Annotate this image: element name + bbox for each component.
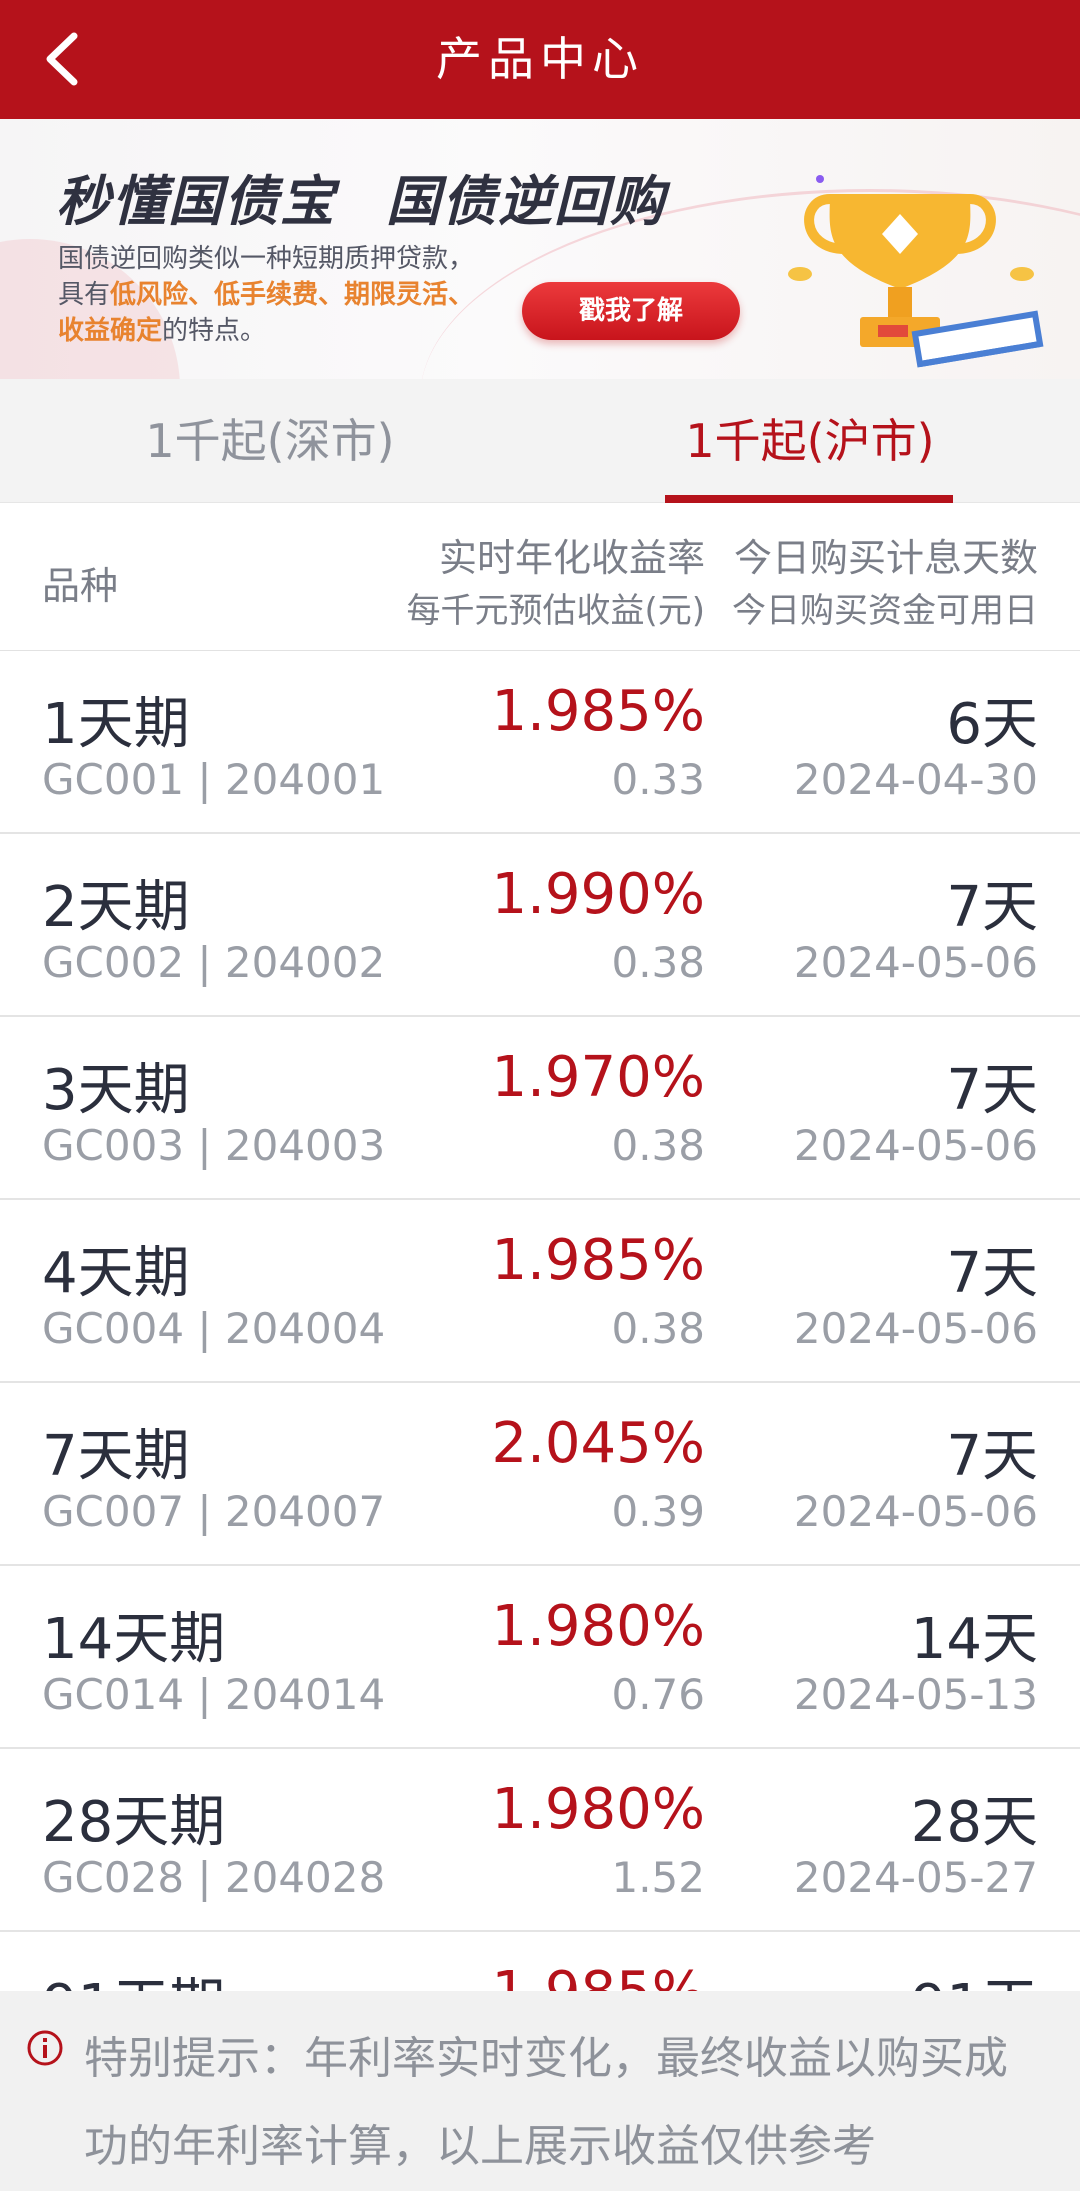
- trophy-icon: [788, 175, 1044, 368]
- row-income: 0.38: [611, 1121, 705, 1170]
- banner-headline-1: 秒懂国债宝: [56, 170, 336, 233]
- row-rate: 1.980%: [491, 1594, 705, 1659]
- tab-shanghai[interactable]: 1千起(沪市): [540, 379, 1080, 503]
- row-days: 7天: [946, 875, 1038, 940]
- info-icon: [27, 2030, 63, 2066]
- table-row[interactable]: 4天期 GC004 | 204004 1.985% 0.38 7天 2024-0…: [0, 1200, 1080, 1383]
- table-row[interactable]: 1天期 GC001 | 204001 1.985% 0.33 6天 2024-0…: [0, 651, 1080, 834]
- row-rate: 1.985%: [491, 1228, 705, 1293]
- row-name: 91天期: [42, 1960, 225, 1991]
- row-days: 91天: [911, 1960, 1038, 1991]
- row-income: 0.38: [611, 1304, 705, 1353]
- banner-headline: 秒懂国债宝 国债逆回购: [56, 157, 666, 236]
- row-name: 7天期: [42, 1424, 190, 1489]
- row-name: 28天期: [42, 1790, 226, 1855]
- banner-desc-prefix: 具有: [58, 280, 111, 310]
- banner-desc-line-3: 收益确定的特点。: [58, 313, 578, 349]
- row-name: 14天期: [42, 1607, 226, 1672]
- product-list: 1天期 GC001 | 204001 1.985% 0.33 6天 2024-0…: [0, 651, 1080, 1991]
- row-date: 2024-04-30: [793, 755, 1038, 804]
- table-row[interactable]: 28天期 GC028 | 204028 1.980% 1.52 28天 2024…: [0, 1749, 1080, 1932]
- table-row[interactable]: 7天期 GC007 | 204007 2.045% 0.39 7天 2024-0…: [0, 1383, 1080, 1566]
- row-code: GC004 | 204004: [42, 1304, 386, 1353]
- row-days: 14天: [910, 1607, 1038, 1672]
- row-date: 2024-05-06: [793, 1121, 1038, 1170]
- row-date: 2024-05-27: [793, 1853, 1038, 1902]
- row-code: GC001 | 204001: [42, 755, 386, 804]
- page-title: 产品中心: [436, 32, 644, 86]
- row-date: 2024-05-06: [793, 1304, 1038, 1353]
- table-row[interactable]: 14天期 GC014 | 204014 1.980% 0.76 14天 2024…: [0, 1566, 1080, 1749]
- banner-desc-line-1: 国债逆回购类似一种短期质押贷款，: [58, 244, 475, 274]
- table-row[interactable]: 2天期 GC002 | 204002 1.990% 0.38 7天 2024-0…: [0, 834, 1080, 1017]
- row-name: 4天期: [42, 1241, 190, 1306]
- row-income: 0.39: [611, 1487, 705, 1536]
- row-code: GC002 | 204002: [42, 938, 386, 987]
- notice-bar: 特别提示：年利率实时变化，最终收益以购买成功的年利率计算，以上展示收益仅供参考: [0, 1991, 1080, 2191]
- row-code: GC007 | 204007: [42, 1487, 386, 1536]
- row-name: 2天期: [42, 875, 190, 940]
- row-rate: 1.985%: [491, 1960, 705, 1991]
- row-code: GC028 | 204028: [42, 1853, 386, 1902]
- row-income: 0.33: [611, 755, 705, 804]
- banner-desc-highlight-2: 收益确定: [58, 316, 163, 346]
- header-days: 今日购买计息天数: [733, 536, 1038, 580]
- row-income: 0.76: [611, 1670, 705, 1719]
- row-income: 0.38: [611, 938, 705, 987]
- header-date: 今日购买资金可用日: [732, 591, 1038, 631]
- notice-text: 特别提示：年利率实时变化，最终收益以购买成功的年利率计算，以上展示收益仅供参考: [84, 2033, 1008, 2172]
- banner-description: 国债逆回购类似一种短期质押贷款， 具有低风险、低手续费、期限灵活、 收益确定的特…: [58, 241, 578, 349]
- banner-desc-suffix: 的特点。: [162, 316, 267, 346]
- header-income: 每千元预估收益(元): [406, 591, 705, 631]
- row-days: 28天: [910, 1790, 1038, 1855]
- row-days: 6天: [946, 692, 1038, 757]
- header-variety: 品种: [42, 564, 119, 608]
- row-rate: 2.045%: [491, 1411, 705, 1476]
- row-days: 7天: [946, 1424, 1038, 1489]
- row-rate: 1.985%: [491, 679, 705, 744]
- table-header: 品种 实时年化收益率 今日购买计息天数 每千元预估收益(元) 今日购买资金可用日: [0, 503, 1080, 651]
- row-rate: 1.970%: [491, 1045, 705, 1110]
- row-code: GC014 | 204014: [42, 1670, 386, 1719]
- row-days: 7天: [946, 1058, 1038, 1123]
- table-row[interactable]: 3天期 GC003 | 204003 1.970% 0.38 7天 2024-0…: [0, 1017, 1080, 1200]
- promo-banner[interactable]: 秒懂国债宝 国债逆回购 国债逆回购类似一种短期质押贷款， 具有低风险、低手续费、期…: [0, 119, 1080, 379]
- row-date: 2024-05-06: [793, 938, 1038, 987]
- row-date: 2024-05-06: [793, 1487, 1038, 1536]
- header-rate: 实时年化收益率: [438, 536, 705, 580]
- banner-headline-2: 国债逆回购: [386, 170, 666, 233]
- row-code: GC003 | 204003: [42, 1121, 386, 1170]
- market-tabs: 1千起(深市) 1千起(沪市): [0, 379, 1080, 503]
- banner-desc-line-2: 具有低风险、低手续费、期限灵活、: [58, 277, 578, 313]
- row-name: 3天期: [42, 1058, 190, 1123]
- banner-desc-highlight-1: 低风险、低手续费、期限灵活、: [110, 280, 475, 310]
- active-tab-indicator: [665, 495, 953, 503]
- top-bar: 产品中心: [0, 0, 1080, 119]
- row-date: 2024-05-13: [793, 1670, 1038, 1719]
- row-rate: 1.990%: [491, 862, 705, 927]
- tab-shenzhen[interactable]: 1千起(深市): [0, 379, 540, 503]
- row-name: 1天期: [42, 692, 190, 757]
- row-income: 1.52: [611, 1853, 705, 1902]
- row-rate: 1.980%: [491, 1777, 705, 1842]
- row-days: 7天: [946, 1241, 1038, 1306]
- learn-more-button[interactable]: 戳我了解: [522, 282, 740, 340]
- table-row[interactable]: 91天期 1.985% 91天: [0, 1932, 1080, 1991]
